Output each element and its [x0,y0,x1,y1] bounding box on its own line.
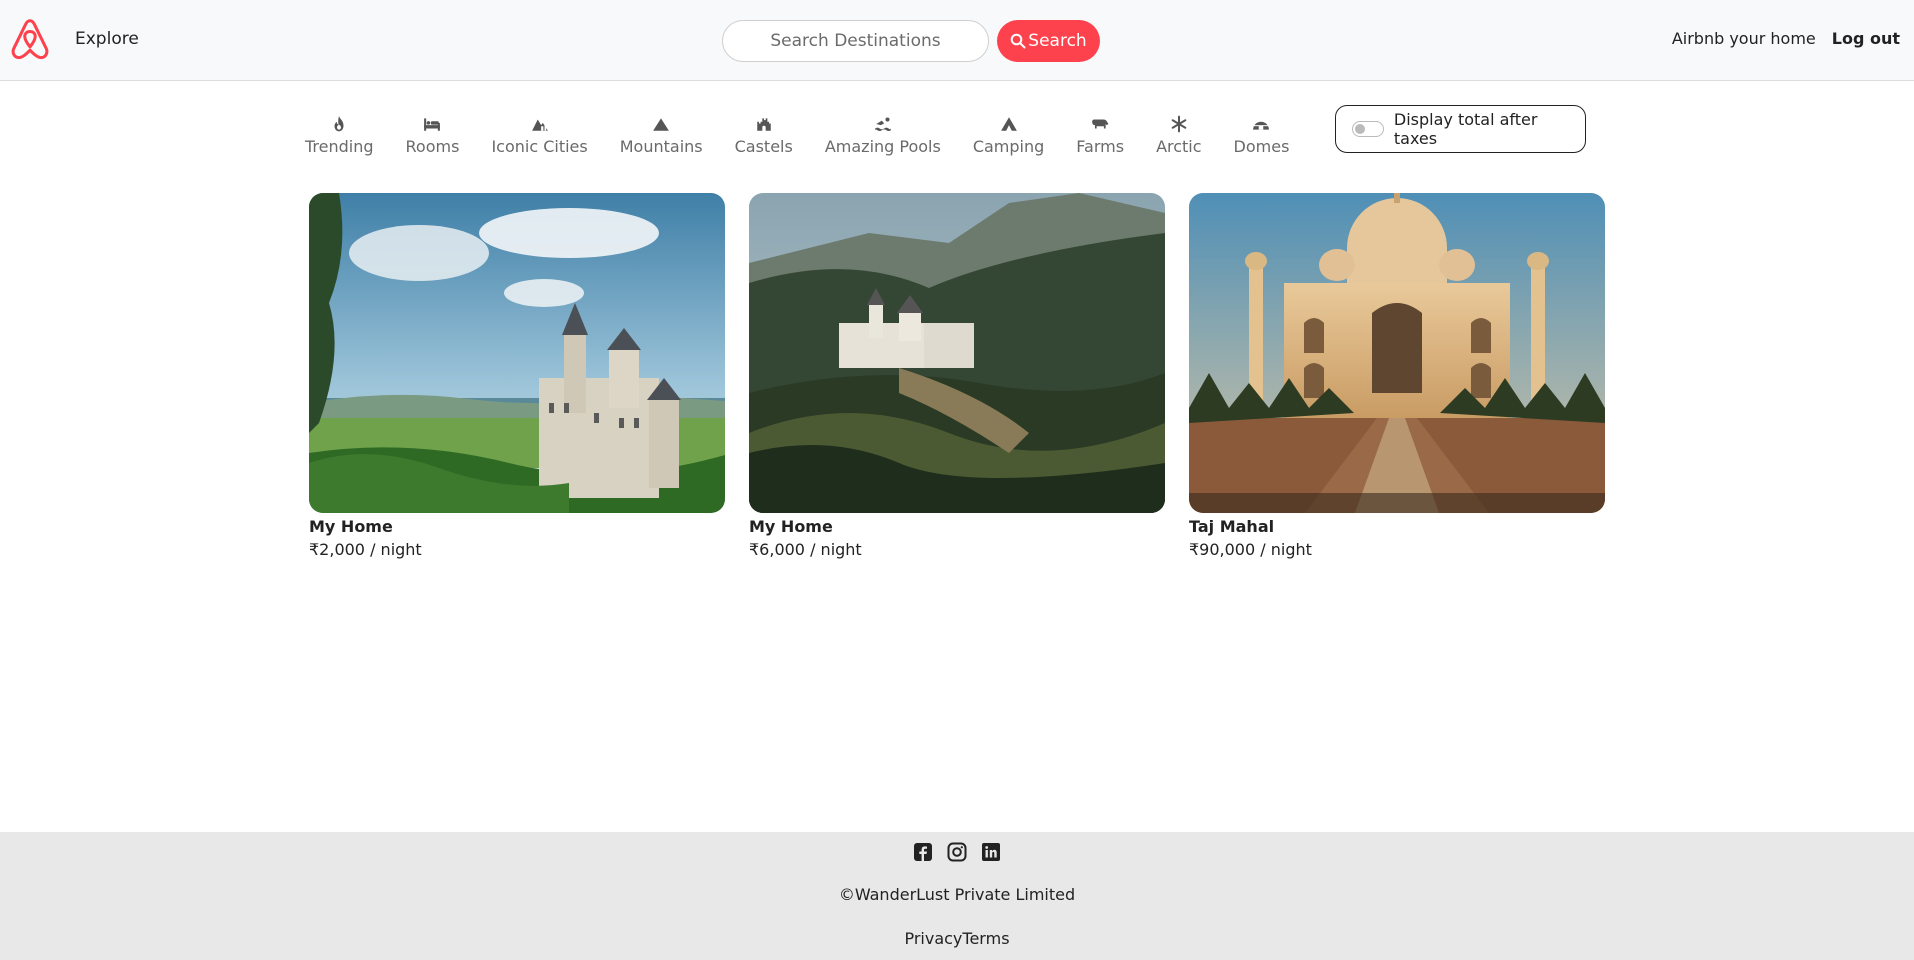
logout-link[interactable]: Log out [1832,29,1900,48]
mountain-city-icon [531,119,548,131]
filter-rooms[interactable]: Rooms [405,115,460,156]
search-button-label: Search [1028,31,1087,51]
copyright-text: ©WanderLust Private Limited [838,885,1076,904]
listing-card[interactable]: My Home ₹6,000 / night [749,193,1165,559]
castle-in-forest-mountains-photo[interactable] [749,193,1165,513]
filter-label: Rooms [405,137,460,156]
cow-icon [1092,119,1109,129]
search-form: Search [722,20,1100,62]
listing-price: ₹90,000 / night [1189,540,1312,559]
listing-card[interactable]: My Home ₹2,000 / night [309,193,725,559]
category-filters: Trending Rooms Iconic Cities Mountains C… [305,115,1321,156]
mountain-icon [653,118,670,131]
facebook-icon[interactable] [913,842,933,862]
listing-price: ₹6,000 / night [749,540,862,559]
listing-title: Taj Mahal [1189,517,1275,536]
filter-arctic[interactable]: Arctic [1156,115,1202,156]
person-swimming-icon [874,117,891,132]
search-button[interactable]: Search [997,20,1100,62]
filter-label: Domes [1233,137,1290,156]
filter-label: Iconic Cities [491,137,588,156]
navbar: Explore Search Airbnb your home Log out [0,0,1914,81]
airbnb-logo-icon[interactable] [8,18,52,62]
host-link[interactable]: Airbnb your home [1672,29,1816,48]
footer-links: PrivacyTerms [0,929,1914,948]
filter-label: Amazing Pools [824,137,941,156]
listing-card[interactable]: Taj Mahal ₹90,000 / night [1189,193,1605,559]
bed-icon [424,118,441,131]
explore-link[interactable]: Explore [75,29,139,49]
filter-iconic-cities[interactable]: Iconic Cities [491,115,588,156]
filter-mountains[interactable]: Mountains [620,115,703,156]
igloo-icon [1253,121,1270,130]
filter-label: Farms [1076,137,1125,156]
castle-on-hill-with-lake-photo[interactable] [309,193,725,513]
privacy-link[interactable]: Privacy [904,929,962,948]
terms-link[interactable]: Terms [962,929,1009,948]
toggle-switch[interactable] [1352,121,1384,137]
filter-label: Trending [305,137,374,156]
listing-title: My Home [309,517,393,536]
filter-label: Arctic [1156,137,1202,156]
search-input[interactable] [722,20,989,62]
fire-icon [334,116,344,132]
snowflake-icon [1171,115,1187,133]
tax-toggle-label: Display total after taxes [1393,110,1538,148]
nav-right: Airbnb your home Log out [1672,29,1900,48]
filter-amazing-pools[interactable]: Amazing Pools [825,115,941,156]
filter-label: Camping [972,137,1045,156]
footer: ©WanderLust Private Limited PrivacyTerms [0,832,1914,960]
filter-label: Mountains [619,137,703,156]
listing-title: My Home [749,517,833,536]
listing-price: ₹2,000 / night [309,540,422,559]
filter-camping[interactable]: Camping [973,115,1044,156]
filter-castels[interactable]: Castels [735,115,793,156]
filter-trending[interactable]: Trending [305,115,374,156]
social-links [0,842,1914,862]
filter-domes[interactable]: Domes [1233,115,1290,156]
filter-farms[interactable]: Farms [1076,115,1124,156]
castle-icon [756,118,771,131]
linkedin-icon[interactable] [981,842,1001,862]
instagram-icon[interactable] [947,842,967,862]
campground-icon [1000,117,1017,131]
filter-label: Castels [734,137,793,156]
taj-mahal-photo[interactable] [1189,193,1605,513]
listings-grid: My Home ₹2,000 / night My Home ₹6,000 / … [309,193,1605,559]
search-icon [1010,33,1026,49]
tax-toggle[interactable]: Display total after taxes [1335,105,1586,153]
